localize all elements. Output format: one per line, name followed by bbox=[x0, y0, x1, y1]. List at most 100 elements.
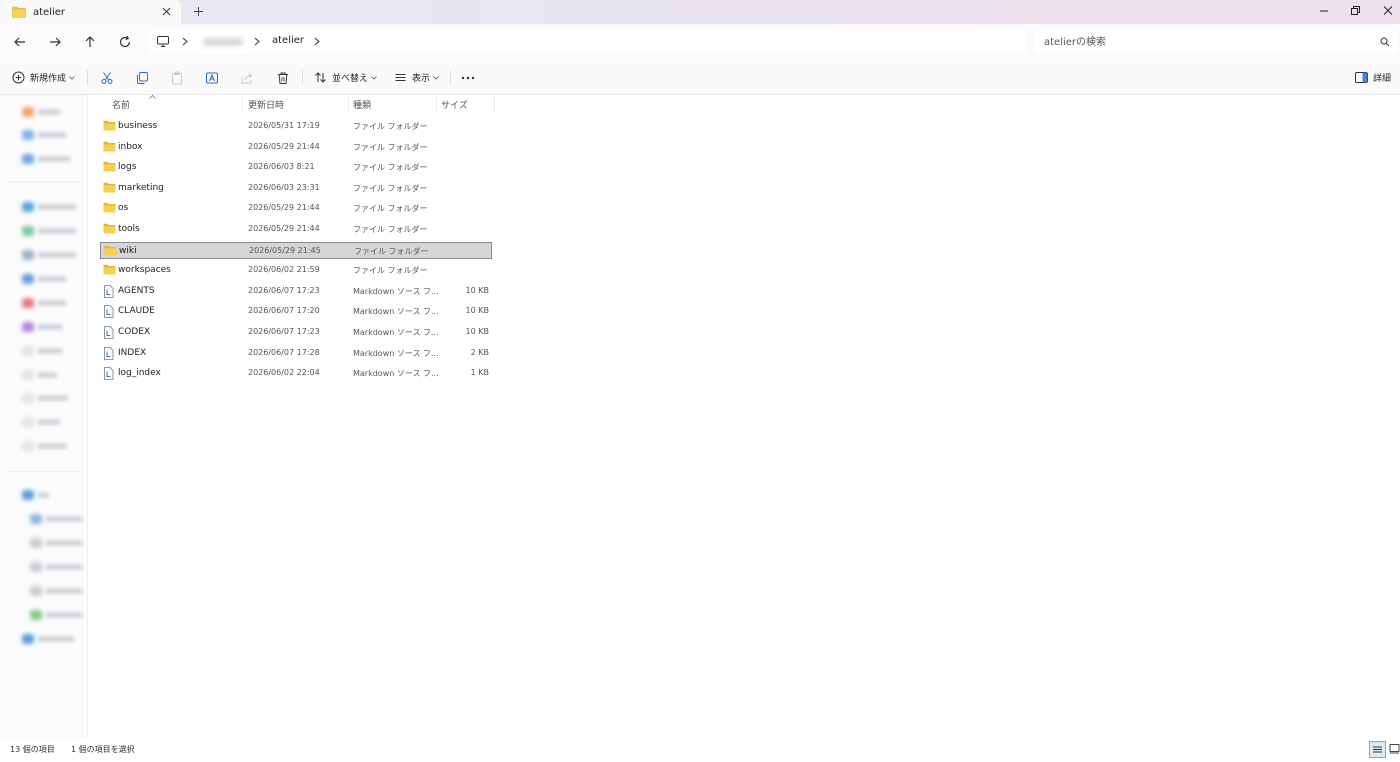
scissors-icon bbox=[100, 71, 114, 85]
file-name: marketing bbox=[118, 182, 164, 193]
sidebar-item-label bbox=[37, 372, 57, 378]
sidebar-item-label bbox=[37, 109, 61, 115]
new-tab-icon[interactable] bbox=[192, 5, 205, 18]
sort-arrows-icon bbox=[314, 71, 327, 84]
file-date: 2026/06/07 17:28 bbox=[248, 347, 320, 357]
delete-button[interactable] bbox=[276, 60, 290, 95]
sidebar-item-label bbox=[45, 540, 83, 546]
copy-icon bbox=[135, 71, 149, 85]
table-row[interactable]: logs 2026/06/03 8:21 ファイル フォルダー bbox=[100, 159, 492, 176]
file-type: ファイル フォルダー bbox=[353, 163, 428, 173]
folder-icon bbox=[103, 202, 116, 213]
folder-icon bbox=[103, 161, 116, 172]
file-name: inbox bbox=[118, 141, 143, 152]
file-type: Markdown ソース フ... bbox=[353, 307, 439, 317]
column-header-name[interactable]: 名前 bbox=[112, 98, 130, 111]
sidebar-folder-icon bbox=[22, 346, 34, 356]
list-lines-icon bbox=[394, 71, 407, 84]
table-row[interactable]: CLAUDE 2026/06/07 17:20 Markdown ソース フ... 1… bbox=[100, 303, 492, 320]
table-row-selected[interactable]: wiki 2026/05/29 21:45 ファイル フォルダー bbox=[100, 241, 492, 259]
sidebar-item-label bbox=[45, 612, 83, 618]
large-icons-view-icon[interactable] bbox=[1389, 743, 1400, 754]
details-view-icon[interactable] bbox=[1369, 741, 1386, 758]
table-row[interactable]: AGENTS 2026/06/07 17:23 Markdown ソース フ... 1… bbox=[100, 283, 492, 300]
file-name: wiki bbox=[119, 245, 137, 256]
sidebar-network-icon bbox=[22, 634, 34, 644]
chevron-down-icon bbox=[371, 75, 377, 80]
file-type: ファイル フォルダー bbox=[354, 246, 429, 256]
table-row[interactable]: CODEX 2026/06/07 17:23 Markdown ソース フ... 10… bbox=[100, 324, 492, 341]
sidebar-documents-icon bbox=[22, 250, 34, 260]
search-input[interactable] bbox=[1034, 30, 1398, 54]
folder-icon bbox=[103, 120, 116, 131]
column-divider[interactable] bbox=[494, 95, 495, 113]
table-row[interactable]: tools 2026/05/29 21:44 ファイル フォルダー bbox=[100, 221, 492, 238]
status-bar: 13 個の項目 1 個の項目を選択 bbox=[0, 738, 1400, 762]
sort-button-label: 並べ替え bbox=[332, 74, 369, 84]
sidebar-item-label bbox=[45, 564, 83, 570]
markdown-file-icon bbox=[103, 284, 114, 298]
file-type: ファイル フォルダー bbox=[353, 142, 428, 152]
details-pane-button[interactable]: 詳細 bbox=[1355, 60, 1391, 95]
file-name: business bbox=[118, 121, 158, 131]
forward-arrow-icon[interactable] bbox=[47, 34, 63, 50]
window-close-icon[interactable] bbox=[1380, 4, 1396, 18]
table-row[interactable]: INDEX 2026/06/07 17:28 Markdown ソース フ... 2 … bbox=[100, 345, 492, 362]
breadcrumb-redacted[interactable] bbox=[203, 38, 243, 46]
sidebar-item-label bbox=[45, 588, 83, 594]
table-row[interactable]: inbox 2026/05/29 21:44 ファイル フォルダー bbox=[100, 139, 492, 156]
new-button-label: 新規作成 bbox=[30, 74, 67, 84]
up-arrow-icon[interactable] bbox=[82, 34, 98, 50]
table-row[interactable]: workspaces 2026/06/02 21:59 ファイル フォルダー bbox=[100, 262, 492, 279]
folder-icon bbox=[103, 223, 116, 234]
file-name: AGENTS bbox=[118, 285, 155, 296]
sidebar-divider bbox=[10, 181, 82, 182]
chevron-right-icon[interactable] bbox=[314, 37, 320, 46]
sidebar-item-label bbox=[37, 252, 77, 258]
table-row[interactable]: marketing 2026/06/03 23:31 ファイル フォルダー bbox=[100, 180, 492, 197]
markdown-file-icon bbox=[103, 326, 114, 339]
paste-button[interactable] bbox=[170, 60, 184, 95]
sort-button[interactable]: 並べ替え bbox=[314, 60, 377, 95]
column-divider[interactable] bbox=[348, 95, 349, 113]
sort-ascending-icon bbox=[149, 95, 156, 99]
table-row[interactable]: log_index 2026/06/02 22:04 Markdown ソース フ.… bbox=[100, 365, 492, 382]
more-options-button[interactable] bbox=[461, 60, 475, 95]
table-row[interactable]: os 2026/05/29 21:44 ファイル フォルダー bbox=[100, 200, 492, 217]
sidebar-desktop-icon bbox=[22, 202, 34, 212]
chevron-right-icon[interactable] bbox=[182, 37, 188, 46]
file-type: Markdown ソース フ... bbox=[353, 348, 439, 358]
folder-icon bbox=[12, 6, 26, 18]
view-button[interactable]: 表示 bbox=[394, 60, 439, 95]
column-header-date[interactable]: 更新日時 bbox=[248, 98, 284, 111]
tab-atelier[interactable]: atelier bbox=[0, 0, 181, 24]
close-tab-icon[interactable] bbox=[160, 5, 173, 18]
chevron-right-icon[interactable] bbox=[254, 37, 260, 46]
address-bar[interactable]: atelier bbox=[148, 30, 1026, 54]
breadcrumb-current[interactable]: atelier bbox=[272, 35, 304, 46]
column-header-type[interactable]: 種類 bbox=[353, 98, 371, 111]
share-button[interactable] bbox=[240, 60, 254, 95]
file-date: 2026/05/29 21:44 bbox=[248, 224, 320, 233]
minimize-icon[interactable] bbox=[1316, 4, 1332, 18]
sidebar-item-label bbox=[37, 348, 63, 354]
column-divider[interactable] bbox=[436, 95, 437, 113]
refresh-icon[interactable] bbox=[117, 34, 133, 50]
search-icon[interactable] bbox=[1380, 37, 1390, 47]
table-row[interactable]: business 2026/05/31 17:19 ファイル フォルダー bbox=[100, 118, 492, 135]
new-button[interactable]: 新規作成 bbox=[12, 60, 75, 95]
sidebar-item-label bbox=[37, 276, 67, 282]
file-date: 2026/06/07 17:20 bbox=[248, 306, 320, 316]
column-header-size[interactable]: サイズ bbox=[441, 98, 468, 111]
column-divider[interactable] bbox=[242, 95, 243, 113]
back-arrow-icon[interactable] bbox=[12, 34, 28, 50]
file-name: CLAUDE bbox=[118, 306, 155, 317]
this-pc-icon[interactable] bbox=[156, 35, 170, 48]
cut-button[interactable] bbox=[100, 60, 114, 95]
copy-button[interactable] bbox=[135, 60, 149, 95]
restore-icon[interactable] bbox=[1347, 4, 1363, 18]
file-size: 10 KB bbox=[465, 306, 489, 316]
rename-button[interactable] bbox=[205, 60, 219, 95]
file-date: 2026/05/29 21:44 bbox=[248, 141, 320, 151]
file-name: logs bbox=[118, 162, 137, 173]
